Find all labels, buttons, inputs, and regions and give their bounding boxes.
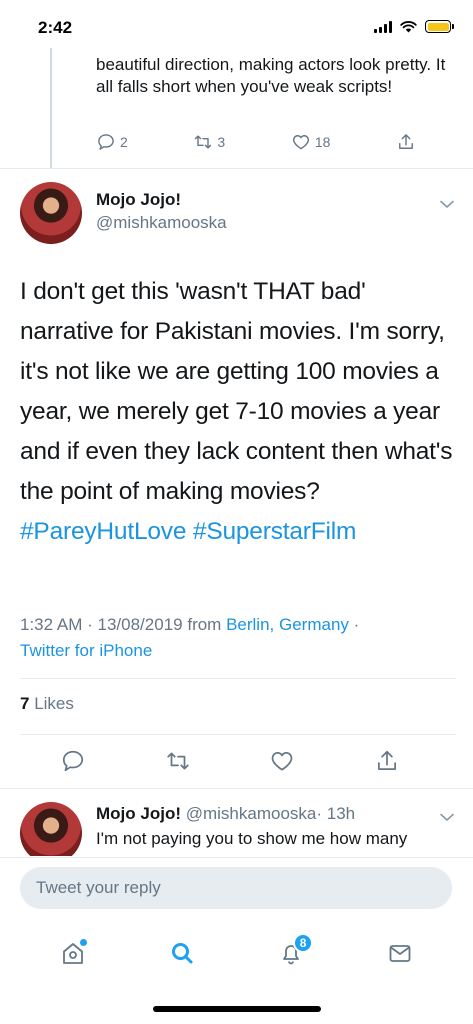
reply-button[interactable]: 2 [96,132,128,152]
like-button[interactable] [269,748,295,774]
divider [20,734,456,735]
messages-icon [389,945,411,962]
like-icon [292,135,309,150]
reply-count: 2 [120,134,128,150]
retweet-button[interactable] [165,748,191,774]
reply-tweet[interactable]: Mojo Jojo! @mishkamooska· 13h I'm not pa… [0,790,473,856]
divider [20,678,456,679]
signal-icon [374,20,392,33]
like-count: 18 [314,134,331,150]
tweet-body-text: I don't get this 'wasn't THAT bad' narra… [20,278,453,505]
wifi-icon [400,21,417,33]
share-button[interactable] [374,748,400,774]
status-icons [374,20,454,33]
battery-icon [425,20,454,33]
tab-messages[interactable] [380,933,420,973]
reply-input[interactable] [20,867,452,909]
reply-author-handle[interactable]: @mishkamooska [186,804,317,823]
reply-author-name[interactable]: Mojo Jojo! [96,804,181,823]
share-icon [377,750,396,770]
tweet-meta: 1:32 AM · 13/08/2019 from Berlin, German… [20,612,460,664]
tweet-actions [60,748,400,774]
tab-bar: 8 [0,918,473,988]
divider [0,168,473,169]
location-link[interactable]: Berlin, Germany [226,615,349,634]
new-content-dot [79,939,87,946]
reply-header: Mojo Jojo! @mishkamooska· 13h [96,804,355,824]
reply-icon [98,134,114,150]
status-time: 2:42 [38,18,73,37]
from-label: from [187,615,222,634]
avatar[interactable] [20,802,82,856]
retweet-count: 3 [217,134,226,150]
tweet-date: 13/08/2019 [97,615,183,634]
reply-button[interactable] [60,748,86,774]
separator: · [353,615,360,634]
chevron-down-icon[interactable] [438,808,456,826]
tab-home[interactable] [53,933,93,973]
reply-composer-bar [0,857,473,917]
author-name[interactable]: Mojo Jojo! [96,190,181,210]
retweet-button[interactable]: 3 [193,132,225,152]
separator: · [87,615,93,634]
share-icon [399,134,413,149]
share-button[interactable] [396,132,416,152]
previous-tweet-text: beautiful direction, making actors look … [96,55,446,96]
client-link[interactable]: Twitter for iPhone [20,641,152,660]
likes-count: 7 [20,694,30,713]
like-icon [271,752,293,771]
hashtag-link[interactable]: #PareyHutLove [20,518,186,545]
reply-text: I'm not paying you to show me how many [96,829,408,848]
chevron-down-icon[interactable] [438,195,456,213]
hashtag-link[interactable]: #SuperstarFilm [193,518,357,545]
previous-tweet-actions: 2 3 18 [96,132,416,152]
home-indicator [153,1006,321,1012]
divider [0,788,473,789]
author-handle[interactable]: @mishkamooska [96,213,227,233]
tab-search[interactable] [162,933,202,973]
tab-notifications[interactable]: 8 [271,933,314,973]
search-icon [171,943,193,964]
thread-line [50,48,52,168]
retweet-icon [167,752,189,770]
like-button[interactable]: 18 [291,132,331,152]
avatar[interactable] [20,182,82,244]
retweet-icon [195,135,212,149]
reply-icon [62,750,84,772]
notifications-badge: 8 [293,933,314,953]
reply-time: · 13h [316,804,356,823]
tweet-text: I don't get this 'wasn't THAT bad' narra… [20,272,460,552]
tweet-time: 1:32 AM [20,615,83,634]
likes-label: Likes [34,694,74,713]
likes-summary[interactable]: 7 Likes [20,694,74,714]
